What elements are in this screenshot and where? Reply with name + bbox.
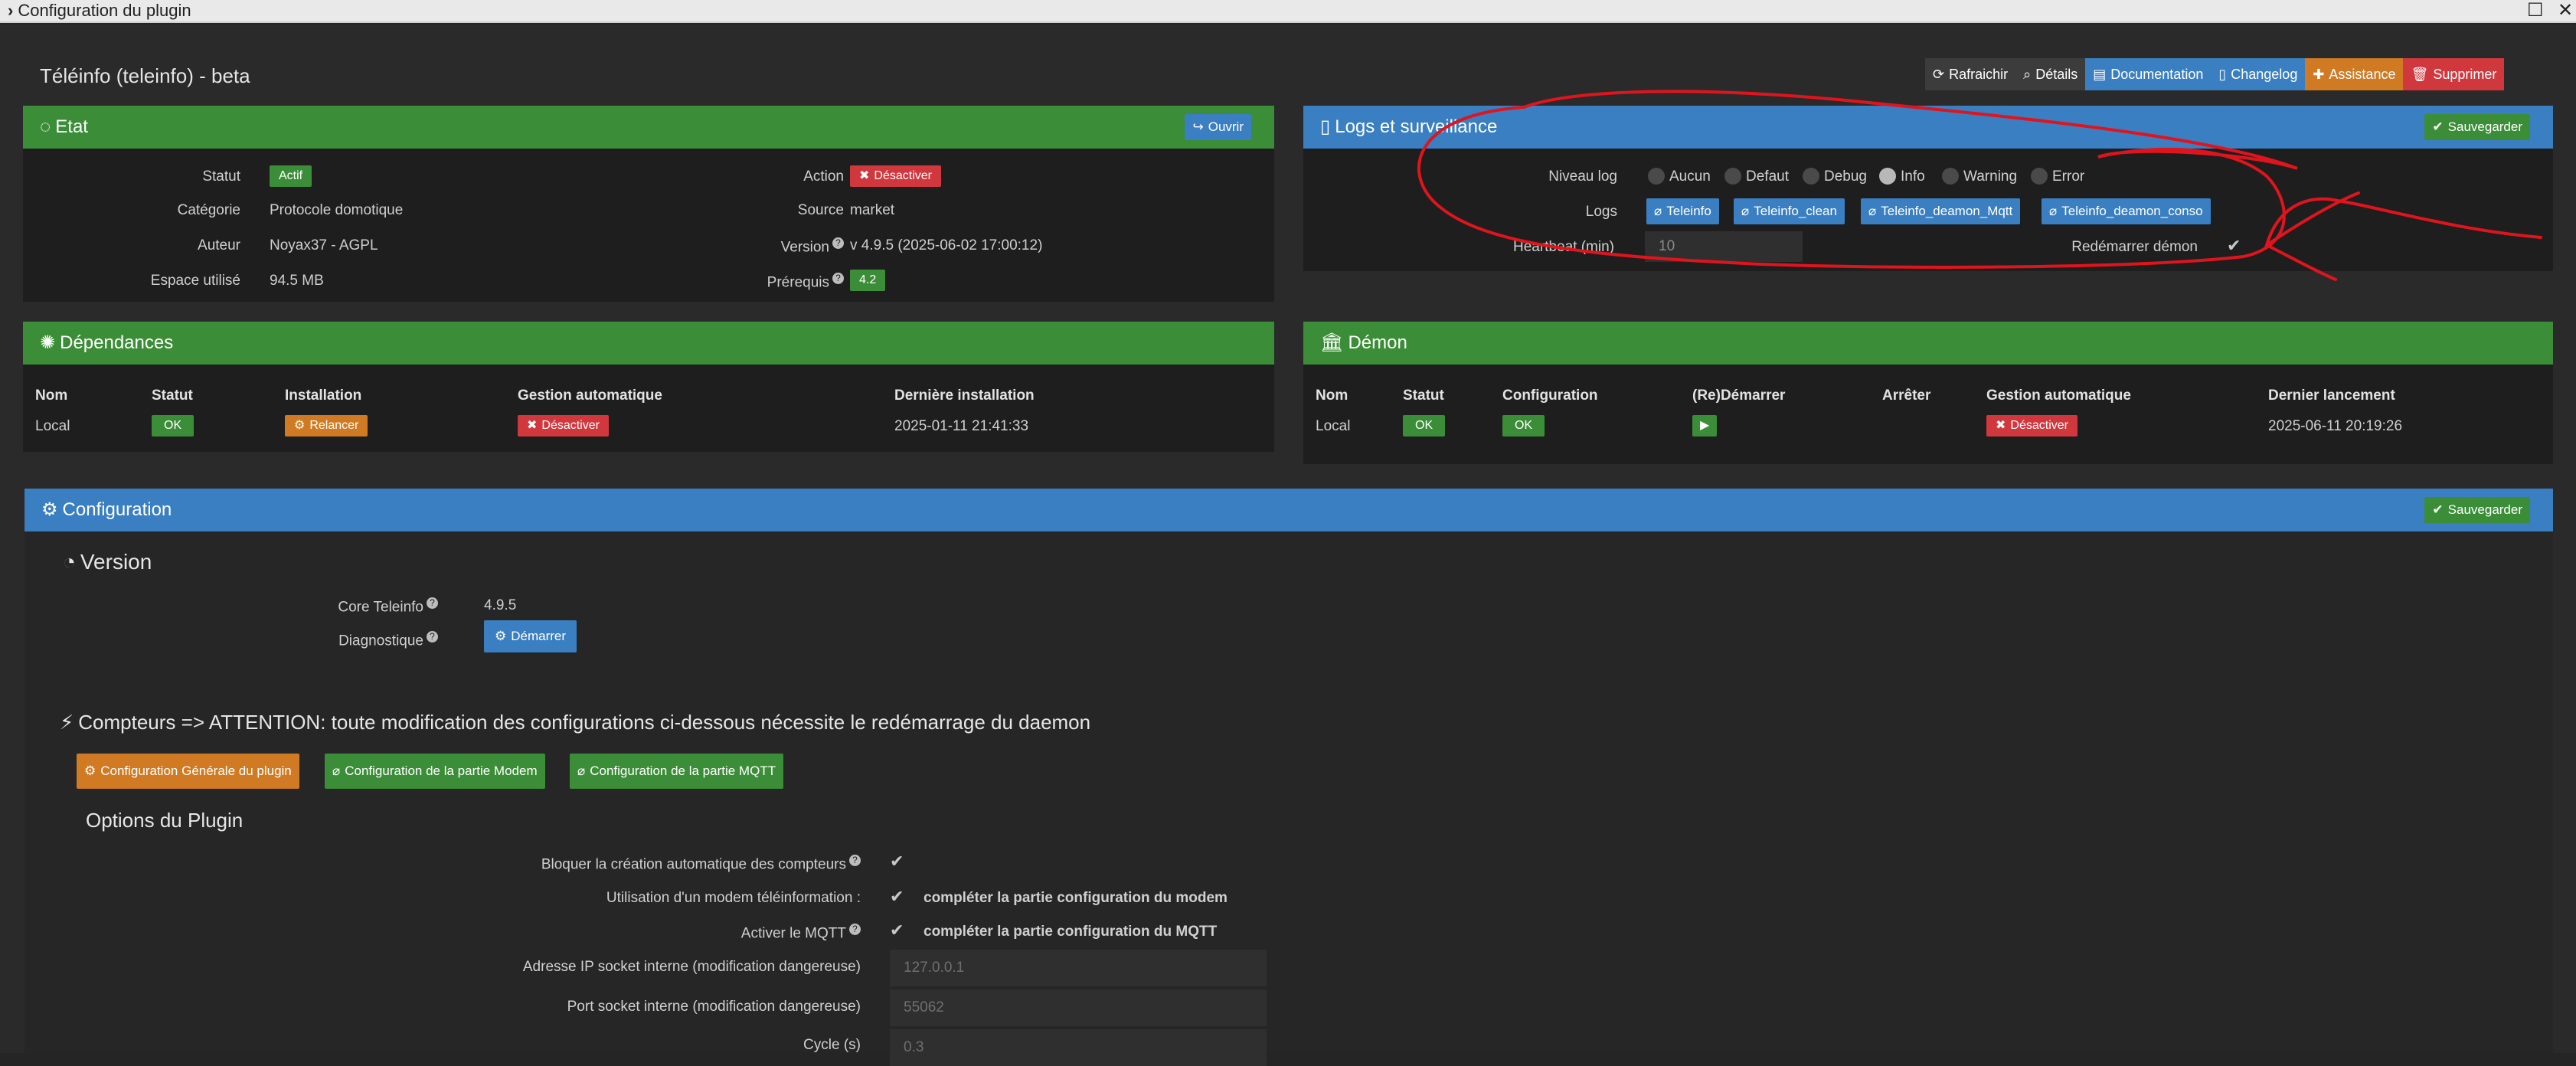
red-annotation-overlay — [1417, 90, 2542, 281]
annotation-ellipse — [1417, 90, 2298, 269]
annotation-arrow — [2264, 191, 2542, 281]
